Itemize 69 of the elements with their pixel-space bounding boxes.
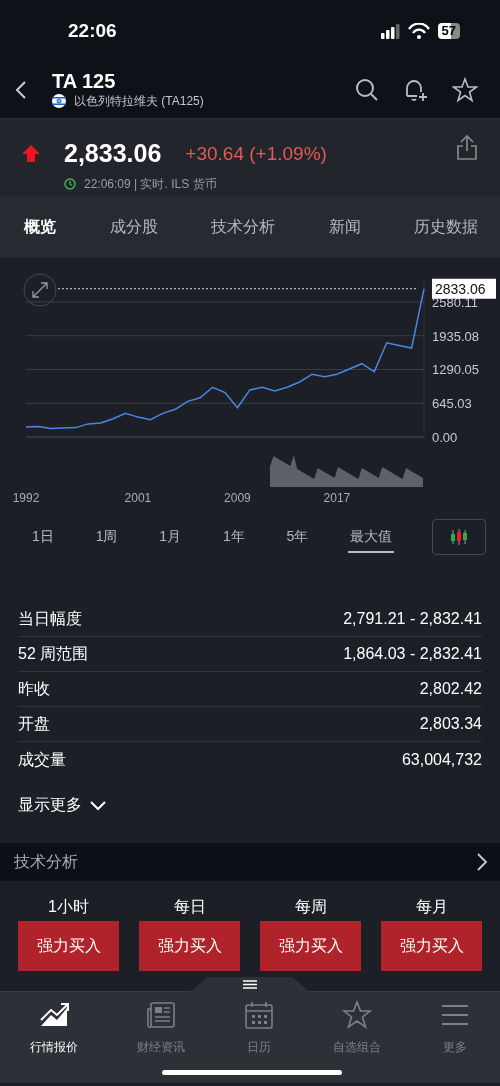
stat-label: 开盘 xyxy=(18,714,50,734)
index-title: TA 125 xyxy=(52,70,117,92)
stat-value: 2,802.42 xyxy=(419,679,482,699)
expand-icon[interactable] xyxy=(23,273,57,307)
last-price-label: 2833.06 xyxy=(432,278,496,299)
stat-label: 52 周范围 xyxy=(18,644,89,664)
y-tick-label: 1290.05 xyxy=(432,362,479,378)
range-tab[interactable]: 1周 xyxy=(93,521,120,553)
period-label: 每周 xyxy=(294,897,327,917)
range-tab[interactable]: 1年 xyxy=(220,521,247,553)
y-tick-label: 645.03 xyxy=(432,396,472,412)
share-icon[interactable] xyxy=(456,135,478,160)
stat-value: 2,791.21 - 2,832.41 xyxy=(343,609,482,629)
period-label: 每日 xyxy=(173,897,206,917)
x-tick-label: 1992 xyxy=(12,491,40,505)
stat-label: 昨收 xyxy=(18,679,50,699)
range-tab[interactable]: 1月 xyxy=(157,521,184,553)
candlestick-icon xyxy=(449,528,468,546)
signal-icon xyxy=(380,23,400,39)
stat-label: 成交量 xyxy=(18,749,66,770)
clock-icon xyxy=(64,177,76,190)
range-tab[interactable]: 最大值 xyxy=(348,521,395,553)
battery-level: 57 xyxy=(437,23,460,39)
range-tab[interactable]: 5年 xyxy=(284,521,311,553)
range-tab[interactable]: 1日 xyxy=(30,521,56,553)
signal-button[interactable]: 强力买入 xyxy=(260,921,361,971)
price-change: +30.64 (+1.09%) xyxy=(185,141,327,166)
ref-line-label: 2833.06 xyxy=(435,280,486,297)
signal-button[interactable]: 强力买入 xyxy=(18,921,119,971)
x-tick-label: 2017 xyxy=(323,491,351,505)
signal-button[interactable]: 强力买入 xyxy=(139,921,240,971)
newspaper-icon xyxy=(145,1000,176,1030)
tab[interactable]: 概览 xyxy=(24,215,56,239)
bell-plus-icon[interactable] xyxy=(403,77,428,103)
chevron-right-icon[interactable] xyxy=(476,853,488,871)
index-price: 2,833.06 xyxy=(64,138,162,169)
show-more-text[interactable]: 显示更多 xyxy=(18,793,82,817)
signal-button[interactable]: 强力买入 xyxy=(381,921,482,971)
star-icon[interactable] xyxy=(452,77,478,103)
tab[interactable]: 新闻 xyxy=(328,215,361,239)
period-label: 每月 xyxy=(415,897,448,917)
back-icon[interactable] xyxy=(14,80,28,100)
period-label: 1小时 xyxy=(48,897,89,917)
show-more-link[interactable]: 显示更多 xyxy=(18,793,106,817)
stat-value: 63,004,732 xyxy=(401,749,482,770)
nav-item[interactable]: 行情报价 xyxy=(29,1000,78,1083)
y-tick-label: 1935.08 xyxy=(432,328,479,344)
x-tick-label: 2001 xyxy=(124,491,152,505)
stat-label: 当日幅度 xyxy=(18,609,82,629)
tab[interactable]: 技术分析 xyxy=(211,215,275,239)
tab[interactable]: 历史数据 xyxy=(414,215,478,239)
stat-value: 2,803.34 xyxy=(419,714,482,734)
index-subtitle: 以色列特拉维夫 (TA125) xyxy=(74,93,204,110)
menu-icon xyxy=(243,980,257,989)
quote-timestamp: 22:06:09 | 实时. ILS 货币 xyxy=(84,175,217,193)
y-tick-label: 0.00 xyxy=(432,430,458,445)
stat-value: 1,864.03 - 2,832.41 xyxy=(343,644,482,664)
star-icon xyxy=(342,1000,373,1030)
section-title: 技术分析 xyxy=(14,852,78,872)
x-tick-label: 2009 xyxy=(224,491,251,505)
candlestick-button[interactable] xyxy=(431,519,486,555)
tab[interactable]: 成分股 xyxy=(109,215,158,239)
flag-icon xyxy=(52,94,66,108)
status-time: 22:06 xyxy=(68,18,117,43)
calendar-icon xyxy=(243,1000,274,1030)
search-icon[interactable] xyxy=(355,78,379,102)
nav-item[interactable]: 日历 xyxy=(243,1000,274,1083)
chevron-down-icon xyxy=(90,799,106,811)
wifi-icon xyxy=(407,23,430,39)
